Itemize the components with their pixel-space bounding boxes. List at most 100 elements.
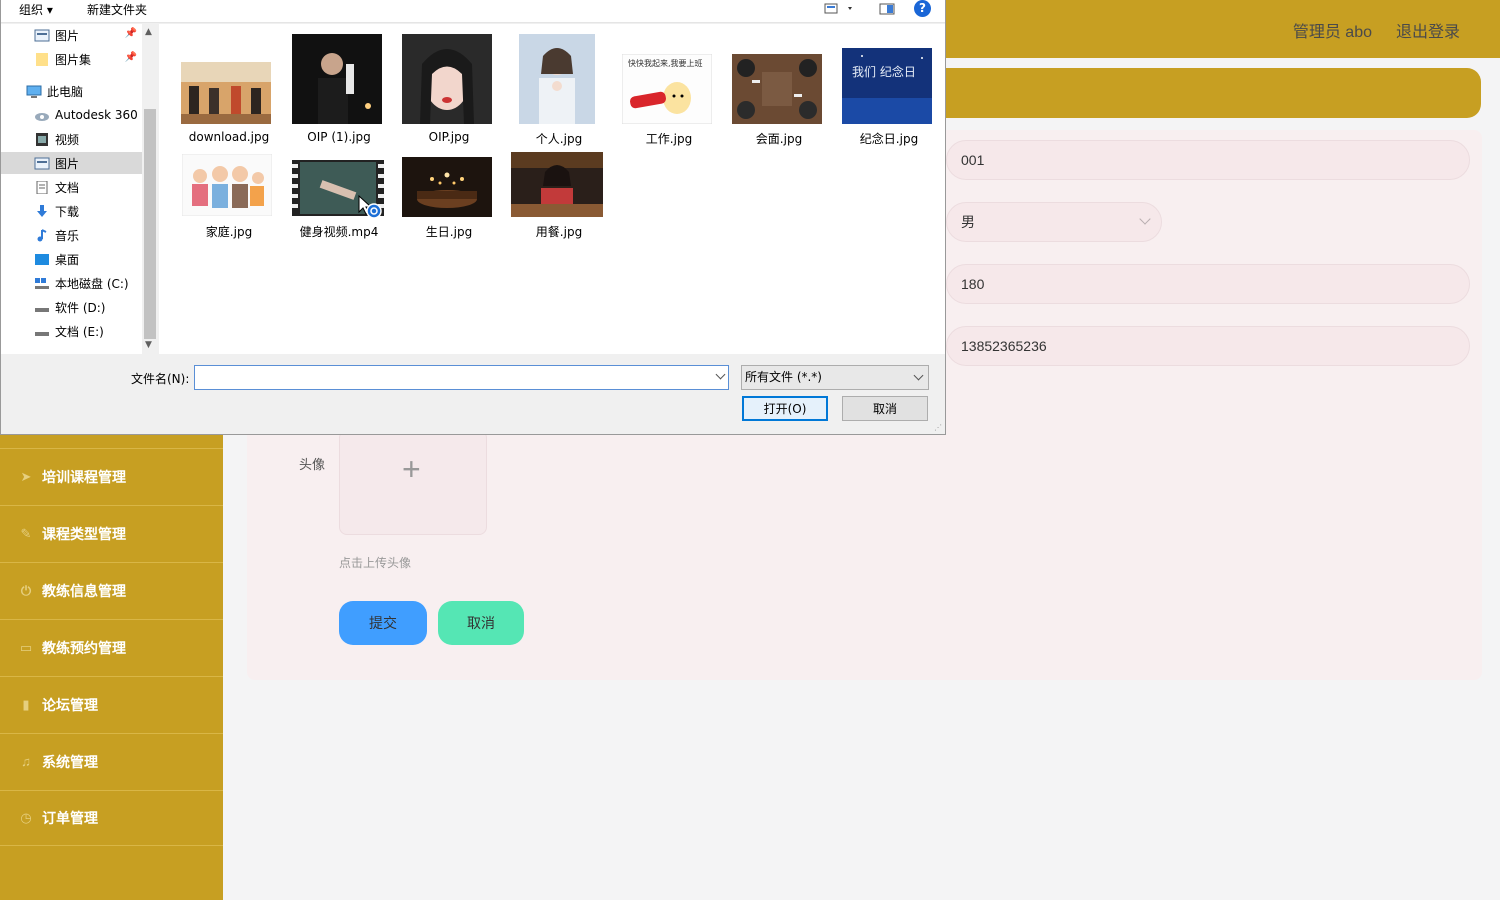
file-thumbnail — [292, 34, 382, 124]
file-item[interactable]: 家庭.jpg — [177, 152, 281, 242]
file-name: OIP.jpg — [428, 130, 470, 144]
nav-scrollbar[interactable]: ▲ ▼ — [142, 24, 158, 354]
avatar-uploader[interactable]: + — [339, 430, 487, 535]
cancel-button[interactable]: 取消 — [438, 601, 524, 645]
nav-item-label: 下载 — [55, 204, 80, 219]
nav-item-label: 图片 — [55, 28, 80, 43]
pin-icon: 📌 — [124, 28, 137, 39]
file-name: 健身视频.mp4 — [299, 225, 379, 239]
sidebar-item-course-type[interactable]: ✎ 课程类型管理 — [0, 505, 223, 561]
scroll-thumb[interactable] — [144, 109, 156, 339]
microphone-icon: ♫ — [21, 754, 31, 769]
nav-item-music[interactable]: 音乐 — [1, 224, 142, 246]
file-name: 工作.jpg — [645, 132, 693, 146]
sidebar-item-orders[interactable]: ◷ 订单管理 — [0, 790, 223, 846]
cloud-drive-icon — [35, 112, 49, 121]
file-thumbnail — [402, 157, 492, 217]
sidebar-item-coach-info[interactable]: ⏻ 教练信息管理 — [0, 562, 223, 618]
nav-item-autodesk[interactable]: Autodesk 360 — [1, 104, 142, 126]
file-item[interactable]: OIP (1).jpg — [287, 34, 391, 146]
nav-item-label: 图片 — [55, 156, 80, 171]
download-arrow-icon — [37, 204, 47, 217]
filetype-value: 所有文件 (*.*) — [745, 370, 822, 384]
scroll-up-icon[interactable]: ▲ — [145, 27, 152, 37]
gender-select[interactable]: 男 — [946, 202, 1162, 242]
folder-icon — [36, 52, 48, 66]
file-item[interactable]: 我们 纪念日 纪念日.jpg — [837, 34, 941, 146]
nav-item-drive-e[interactable]: 文档 (E:) — [1, 320, 142, 342]
sidebar-item-label: 订单管理 — [42, 810, 98, 826]
file-thumbnail — [511, 152, 603, 217]
file-item[interactable]: 快快我起来,我要上班 工作.jpg — [617, 34, 721, 146]
file-thumbnail: 我们 纪念日 — [842, 48, 932, 124]
nav-item-drive-d[interactable]: 软件 (D:) — [1, 296, 142, 318]
pin-icon: 📌 — [124, 52, 137, 63]
file-thumbnail — [732, 54, 822, 124]
nav-item-pictures-quick[interactable]: 图片 📌 — [1, 24, 142, 46]
dialog-cancel-button[interactable]: 取消 — [842, 396, 928, 421]
sidebar-item-forum[interactable]: ▮ 论坛管理 — [0, 676, 223, 732]
file-item[interactable]: 用餐.jpg — [507, 152, 611, 242]
new-folder-button[interactable]: 新建文件夹 — [87, 1, 147, 18]
upload-hint: 点击上传头像 — [339, 556, 412, 570]
nav-item-drive-c[interactable]: 本地磁盘 (C:) — [1, 272, 142, 294]
nav-item-label: 文档 — [55, 180, 80, 195]
nav-item-pictures[interactable]: 图片 — [1, 152, 142, 174]
sidebar-item-label: 系统管理 — [42, 753, 98, 770]
chevron-down-icon[interactable] — [715, 369, 726, 380]
sidebar-item-coach-booking[interactable]: ▭ 教练预约管理 — [0, 619, 223, 675]
mouse-cursor-icon — [358, 194, 382, 219]
file-open-dialog: 组织 ▾ 新建文件夹 ? 图片 📌 图片集 📌 此电脑 Autodesk 360 — [0, 0, 946, 435]
video-folder-icon — [36, 132, 48, 146]
power-icon: ⏻ — [20, 582, 32, 598]
file-item[interactable]: 生日.jpg — [397, 152, 501, 242]
id-input[interactable]: 001 — [946, 140, 1470, 180]
phone-input[interactable]: 13852365236 — [946, 326, 1470, 366]
sidebar-item-training-course[interactable]: ➤ 培训课程管理 — [0, 448, 223, 504]
nav-item-desktop[interactable]: 桌面 — [1, 248, 142, 270]
drive-icon — [35, 307, 49, 312]
view-options-icon[interactable] — [824, 2, 854, 19]
computer-icon — [26, 85, 42, 98]
nav-item-label: 音乐 — [55, 228, 80, 243]
tablet-icon: ▭ — [19, 639, 33, 655]
filename-input[interactable] — [194, 365, 729, 390]
file-thumbnail — [181, 62, 271, 124]
logout-link[interactable]: 退出登录 — [1396, 18, 1460, 42]
scroll-down-icon[interactable]: ▼ — [145, 340, 152, 350]
submit-button[interactable]: 提交 — [339, 601, 427, 645]
nav-item-downloads[interactable]: 下载 — [1, 200, 142, 222]
sidebar-item-label: 论坛管理 — [42, 696, 98, 713]
file-thumbnail — [402, 34, 492, 124]
nav-item-albums[interactable]: 图片集 📌 — [1, 48, 142, 70]
height-input[interactable]: 180 — [946, 264, 1470, 304]
file-list: download.jpg OIP (1).jpg OIP.jpg 个人.jpg … — [159, 24, 945, 354]
id-value: 001 — [961, 152, 985, 168]
nav-item-videos[interactable]: 视频 — [1, 128, 142, 150]
resize-grip-icon[interactable]: ⋰ — [934, 423, 942, 432]
filetype-select[interactable]: 所有文件 (*.*) — [741, 365, 929, 390]
file-name: 纪念日.jpg — [859, 132, 919, 146]
sidebar-item-system[interactable]: ♫ 系统管理 — [0, 733, 223, 789]
file-thumbnail: 快快我起来,我要上班 — [622, 54, 712, 124]
nav-item-label: Autodesk 360 — [55, 108, 138, 122]
drive-icon — [35, 331, 49, 336]
file-item[interactable]: download.jpg — [177, 34, 281, 146]
nav-item-label: 桌面 — [55, 252, 80, 267]
phone-value: 13852365236 — [961, 338, 1047, 354]
page-banner — [900, 68, 1481, 118]
gender-value: 男 — [961, 214, 975, 230]
filename-label: 文件名(N): — [131, 372, 190, 386]
dialog-toolbar: 组织 ▾ 新建文件夹 ? — [1, 0, 945, 23]
open-button[interactable]: 打开(O) — [742, 396, 828, 421]
admin-username: 管理员 abo — [1292, 24, 1372, 41]
file-item[interactable]: 个人.jpg — [507, 34, 611, 146]
nav-item-this-pc[interactable]: 此电脑 — [1, 80, 142, 102]
preview-pane-icon[interactable] — [879, 2, 895, 19]
file-item[interactable]: OIP.jpg — [397, 34, 501, 146]
file-item[interactable]: 会面.jpg — [727, 34, 831, 146]
nav-item-documents[interactable]: 文档 — [1, 176, 142, 198]
help-icon[interactable]: ? — [914, 0, 931, 17]
organize-menu[interactable]: 组织 ▾ — [19, 1, 53, 18]
file-item[interactable]: 健身视频.mp4 — [287, 152, 391, 242]
